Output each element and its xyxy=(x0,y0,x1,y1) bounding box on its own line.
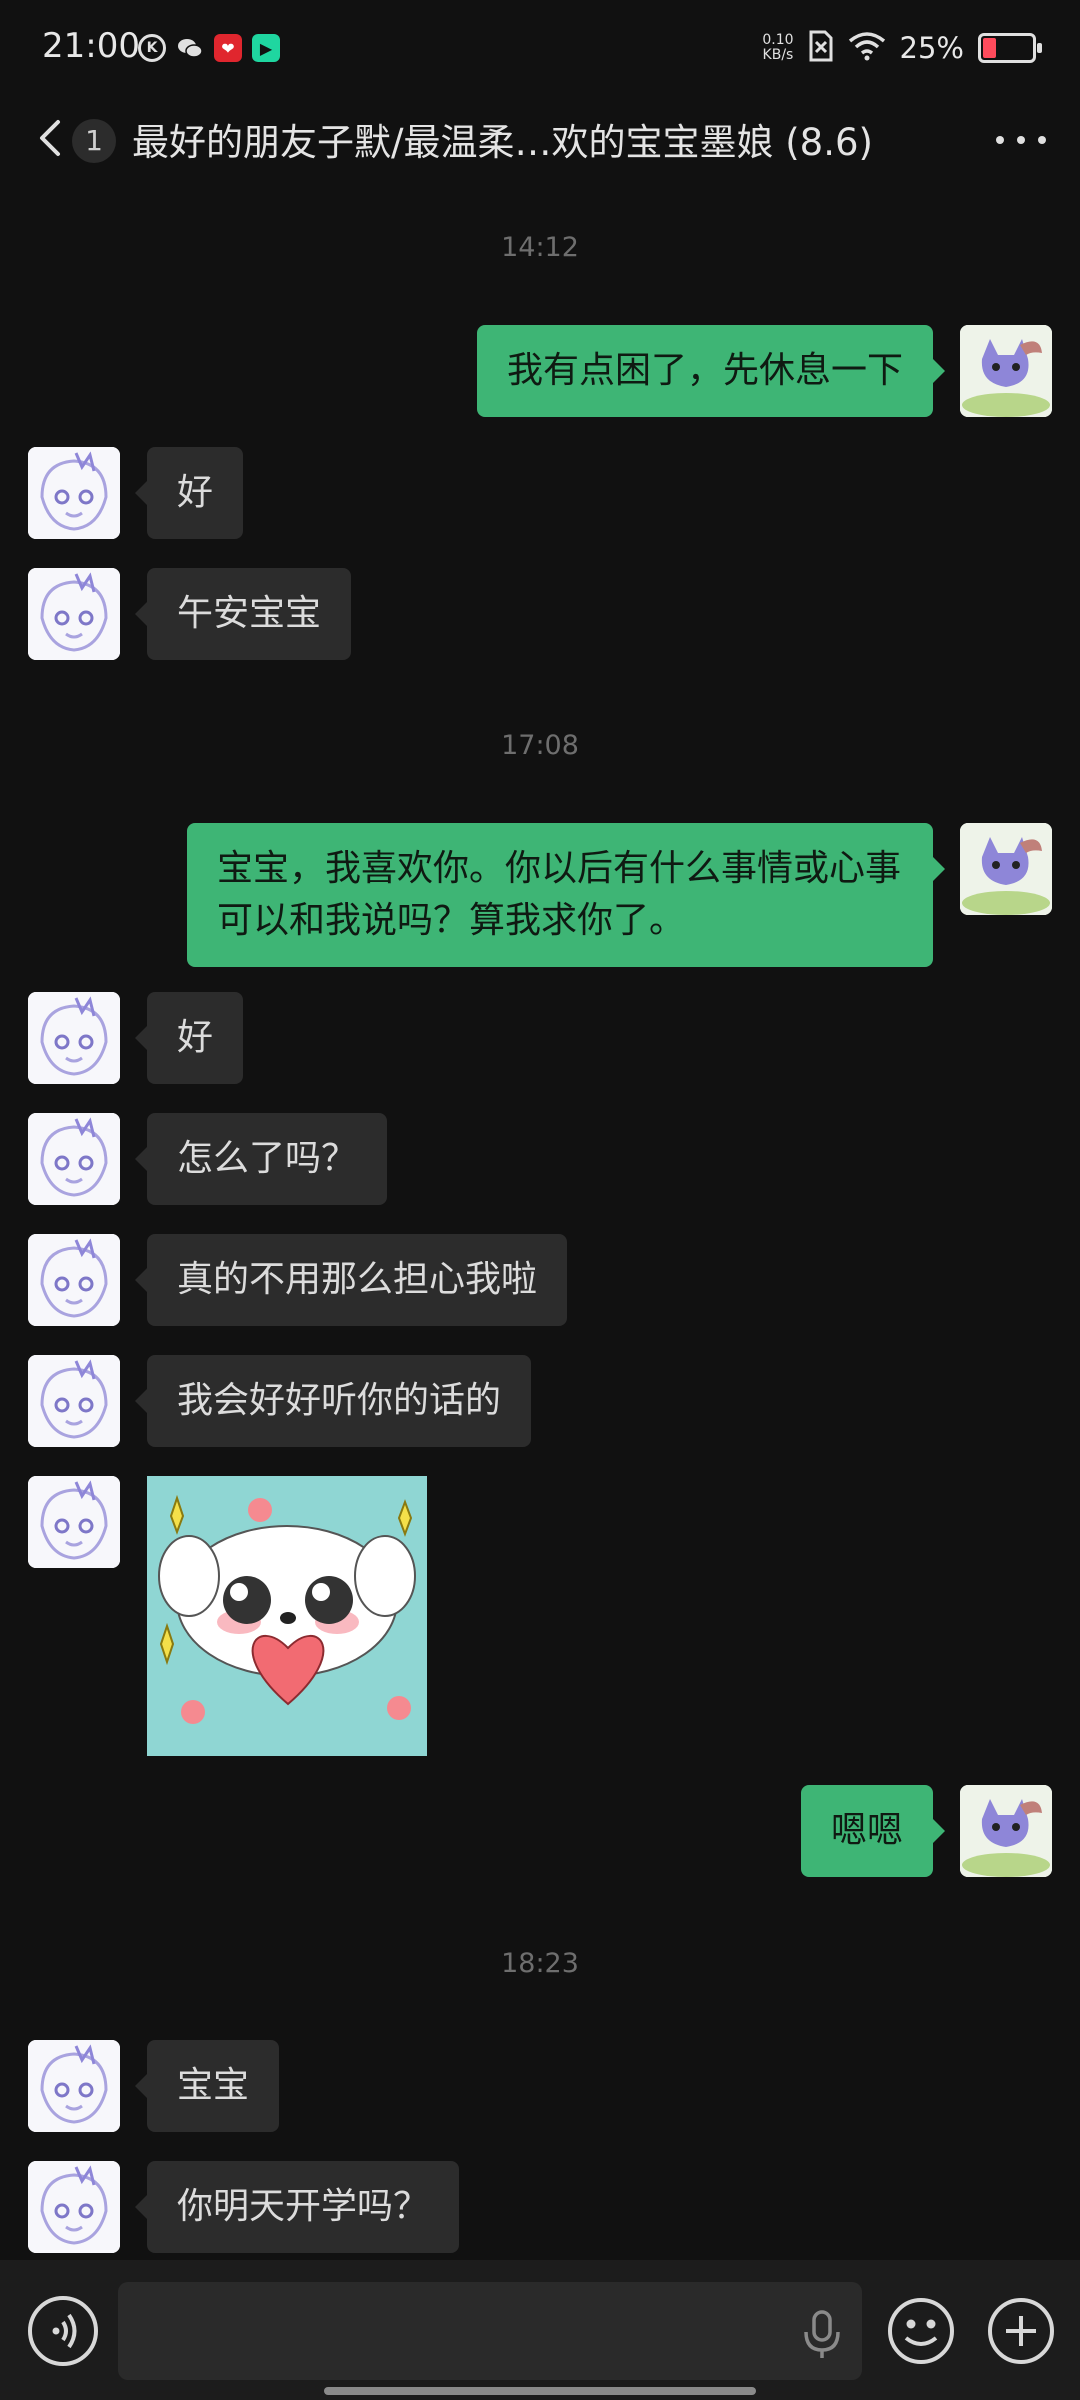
friend-avatar[interactable] xyxy=(28,447,120,539)
app-green-icon: ▶ xyxy=(252,34,280,62)
message-bubble-received[interactable]: 午安宝宝 xyxy=(134,568,352,660)
friend-avatar[interactable] xyxy=(28,1355,120,1447)
back-button[interactable] xyxy=(30,114,70,162)
timestamp: 14:12 xyxy=(501,232,579,263)
message-bubble-sent[interactable]: 宝宝，我喜欢你。你以后有什么事情或心事可以和我说吗？算我求你了。 xyxy=(187,823,945,967)
friend-avatar[interactable] xyxy=(28,2040,120,2132)
message-bubble-received[interactable]: 真的不用那么担心我啦 xyxy=(134,1234,568,1326)
friend-avatar[interactable] xyxy=(28,1234,120,1326)
dot-icon xyxy=(996,136,1004,144)
message-bubble-sent[interactable]: 我有点困了，先休息一下 xyxy=(476,325,946,417)
battery-level xyxy=(983,38,996,58)
message-bubble-received[interactable]: 好 xyxy=(134,992,244,1084)
chat-header: 1 最好的朋友子默/最温柔…欢的宝宝墨娘 (8.6) xyxy=(0,100,1080,175)
dot-icon xyxy=(1017,136,1025,144)
my-avatar[interactable] xyxy=(960,1785,1052,1877)
mic-icon[interactable] xyxy=(800,2310,844,2360)
unread-badge: 1 xyxy=(72,119,116,163)
status-bar: 21:00 K ❤ ▶ 0.10 KB/s 25% xyxy=(0,0,1080,100)
message-bubble-sent[interactable]: 嗯嗯 xyxy=(800,1785,946,1877)
notification-icons: K ❤ ▶ xyxy=(138,34,280,62)
app-red-icon: ❤ xyxy=(214,34,242,62)
net-speed: 0.10 KB/s xyxy=(762,32,794,63)
plus-icon[interactable] xyxy=(986,2296,1056,2366)
home-indicator[interactable] xyxy=(324,2387,756,2395)
status-right: 0.10 KB/s 25% xyxy=(762,30,1042,66)
my-avatar[interactable] xyxy=(960,823,1052,915)
sim-x-icon xyxy=(808,30,834,66)
friend-avatar[interactable] xyxy=(28,2161,120,2253)
friend-avatar[interactable] xyxy=(28,1476,120,1568)
k-icon: K xyxy=(138,34,166,62)
battery-percent: 25% xyxy=(899,31,964,65)
input-bar xyxy=(0,2260,1080,2400)
more-options-button[interactable] xyxy=(996,120,1046,160)
message-bubble-received[interactable]: 宝宝 xyxy=(134,2040,280,2132)
wechat-icon xyxy=(176,34,204,62)
message-input[interactable] xyxy=(118,2282,862,2380)
my-avatar[interactable] xyxy=(960,325,1052,417)
friend-avatar[interactable] xyxy=(28,1113,120,1205)
chat-title: 最好的朋友子默/最温柔…欢的宝宝墨娘 (8.6) xyxy=(132,121,873,164)
voice-icon[interactable] xyxy=(28,2296,98,2366)
friend-avatar[interactable] xyxy=(28,568,120,660)
timestamp: 17:08 xyxy=(501,730,579,761)
message-bubble-received[interactable]: 好 xyxy=(134,447,244,539)
message-bubble-received[interactable]: 你明天开学吗？ xyxy=(134,2161,460,2253)
emoji-icon[interactable] xyxy=(886,2296,956,2366)
message-bubble-received[interactable]: 我会好好听你的话的 xyxy=(134,1355,532,1447)
puppy-heart-sticker[interactable] xyxy=(147,1476,427,1756)
wifi-icon xyxy=(848,31,886,65)
status-time: 21:00 xyxy=(42,26,140,66)
dot-icon xyxy=(1038,136,1046,144)
friend-avatar[interactable] xyxy=(28,992,120,1084)
battery-icon xyxy=(978,33,1042,63)
timestamp: 18:23 xyxy=(501,1948,579,1979)
message-bubble-received[interactable]: 怎么了吗？ xyxy=(134,1113,388,1205)
